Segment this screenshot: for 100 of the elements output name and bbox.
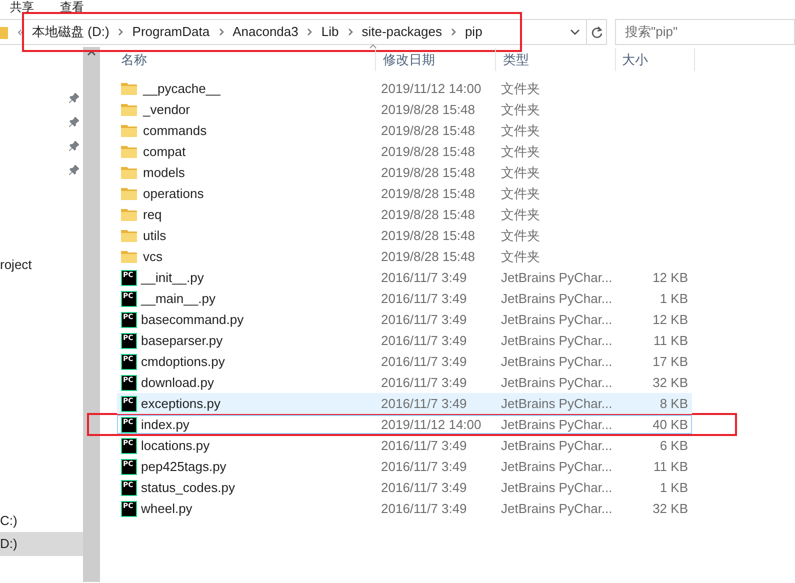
file-name: operations [143,184,204,203]
sort-caret-icon [369,44,377,49]
chevron-right-icon[interactable] [348,28,353,36]
file-name: cmdoptions.py [141,352,225,371]
file-name: compat [143,142,186,161]
modified-date: 2019/8/28 15:48 [381,206,476,224]
breadcrumb[interactable]: Lib [321,22,339,42]
chevron-right-icon[interactable] [307,28,312,36]
nav-item[interactable]: roject [0,253,83,277]
file-name: __main__.py [141,290,216,308]
modified-date: 2016/11/7 3:49 [381,310,468,329]
file-name: baseparser.py [141,332,223,350]
file-row[interactable]: commands 2019/8/28 15:48 文件夹 [117,120,692,141]
breadcrumb[interactable]: Anaconda3 [232,22,298,42]
file-size: 11 KB [652,332,688,350]
search-field[interactable]: 搜索"pip" [615,19,795,45]
pin-icon[interactable] [69,165,79,175]
modified-date: 2019/8/28 15:48 [381,100,476,119]
chevron-right-icon[interactable] [218,28,224,36]
file-size: 32 KB [652,500,688,518]
file-row[interactable]: models 2019/8/28 15:48 文件夹 [117,162,692,183]
file-row[interactable]: req 2019/8/28 15:48 文件夹 [117,204,692,225]
modified-date: 2016/11/7 3:49 [381,268,468,287]
column-header[interactable]: 类型 [503,50,529,70]
breadcrumb[interactable]: site-packages [362,22,442,42]
file-name: exceptions.py [141,394,220,413]
scroll-up-icon[interactable] [87,50,96,56]
column-header[interactable]: 名称 [121,50,147,70]
file-type: 文件夹 [501,226,541,245]
chevron-right-icon[interactable] [118,28,124,36]
breadcrumb[interactable]: pip [464,22,482,42]
file-type: 文件夹 [501,122,541,140]
file-name: pep425tags.py [141,458,226,476]
modified-date: 2016/11/7 3:49 [381,352,468,371]
file-type: JetBrains PyChar... [501,352,614,371]
file-type: JetBrains PyChar... [501,500,614,518]
dropdown-icon[interactable] [570,29,580,35]
file-type: JetBrains PyChar... [501,374,614,392]
file-size: 32 KB [652,374,688,392]
pin-icon[interactable] [69,117,79,127]
ribbon-tab[interactable]: 查看 [60,0,84,15]
refresh-icon [590,26,602,38]
nav-item[interactable]: D:) [0,532,83,556]
file-row[interactable]: _vendor 2019/8/28 15:48 文件夹 [117,99,692,120]
file-type: JetBrains PyChar... [501,458,614,476]
modified-date: 2019/11/12 14:00 [381,80,482,98]
modified-date: 2019/8/28 15:48 [381,226,476,245]
file-type: JetBrains PyChar... [501,394,614,413]
file-type: JetBrains PyChar... [501,416,614,434]
chevrons-icon[interactable] [17,28,25,36]
file-type: JetBrains PyChar... [501,268,614,287]
file-name: utils [143,226,166,245]
modified-date: 2016/11/7 3:49 [381,478,468,497]
modified-date: 2019/8/28 15:48 [381,164,476,182]
modified-date: 2019/8/28 15:48 [381,142,476,161]
file-type: JetBrains PyChar... [501,310,614,329]
file-type: JetBrains PyChar... [501,290,614,308]
scrollbar[interactable] [83,47,100,582]
file-name: req [143,206,162,224]
nav-item[interactable]: C:) [0,509,83,533]
file-size: 11 KB [652,458,688,476]
file-name: __init__.py [141,268,204,287]
breadcrumb[interactable]: ProgramData [132,22,210,42]
modified-date: 2016/11/7 3:49 [381,374,468,392]
modified-date: 2016/11/7 3:49 [381,436,468,455]
file-row[interactable]: compat 2019/8/28 15:48 文件夹 [117,141,692,162]
modified-date: 2019/8/28 15:48 [381,248,476,266]
modified-date: 2016/11/7 3:49 [381,458,468,476]
modified-date: 2016/11/7 3:49 [381,394,468,413]
file-type: 文件夹 [501,142,541,161]
file-type: JetBrains PyChar... [501,436,614,455]
file-size: 12 KB [652,268,688,287]
column-header[interactable]: 修改日期 [383,50,435,70]
file-type: JetBrains PyChar... [501,332,614,350]
file-name: locations.py [141,436,210,455]
file-row[interactable]: __pycache__ 2019/11/12 14:00 文件夹 [117,78,692,99]
file-name: status_codes.py [141,478,235,497]
file-name: commands [143,122,207,140]
file-size: 40 KB [652,416,688,434]
file-type: 文件夹 [501,184,541,203]
pin-icon[interactable] [69,93,79,103]
modified-date: 2016/11/7 3:49 [381,500,468,518]
file-size: 1 KB [658,478,688,497]
breadcrumb[interactable]: 本地磁盘 (D:) [32,22,110,42]
file-row[interactable]: vcs 2019/8/28 15:48 文件夹 [117,246,692,267]
file-size: 8 KB [658,394,688,413]
file-row[interactable]: operations 2019/8/28 15:48 文件夹 [117,183,692,204]
file-row[interactable]: utils 2019/8/28 15:48 文件夹 [117,225,692,246]
file-type: 文件夹 [501,80,541,98]
modified-date: 2019/8/28 15:48 [381,122,476,140]
modified-date: 2016/11/7 3:49 [381,290,468,308]
file-name: __pycache__ [143,80,220,98]
ribbon-tab[interactable]: 共享 [10,0,34,15]
modified-date: 2019/11/12 14:00 [381,416,482,434]
file-type: 文件夹 [501,100,541,119]
file-name: download.py [141,374,214,392]
chevron-right-icon[interactable] [450,28,456,36]
pin-icon[interactable] [69,141,79,151]
file-name: index.py [141,416,190,434]
column-header[interactable]: 大小 [622,50,648,70]
